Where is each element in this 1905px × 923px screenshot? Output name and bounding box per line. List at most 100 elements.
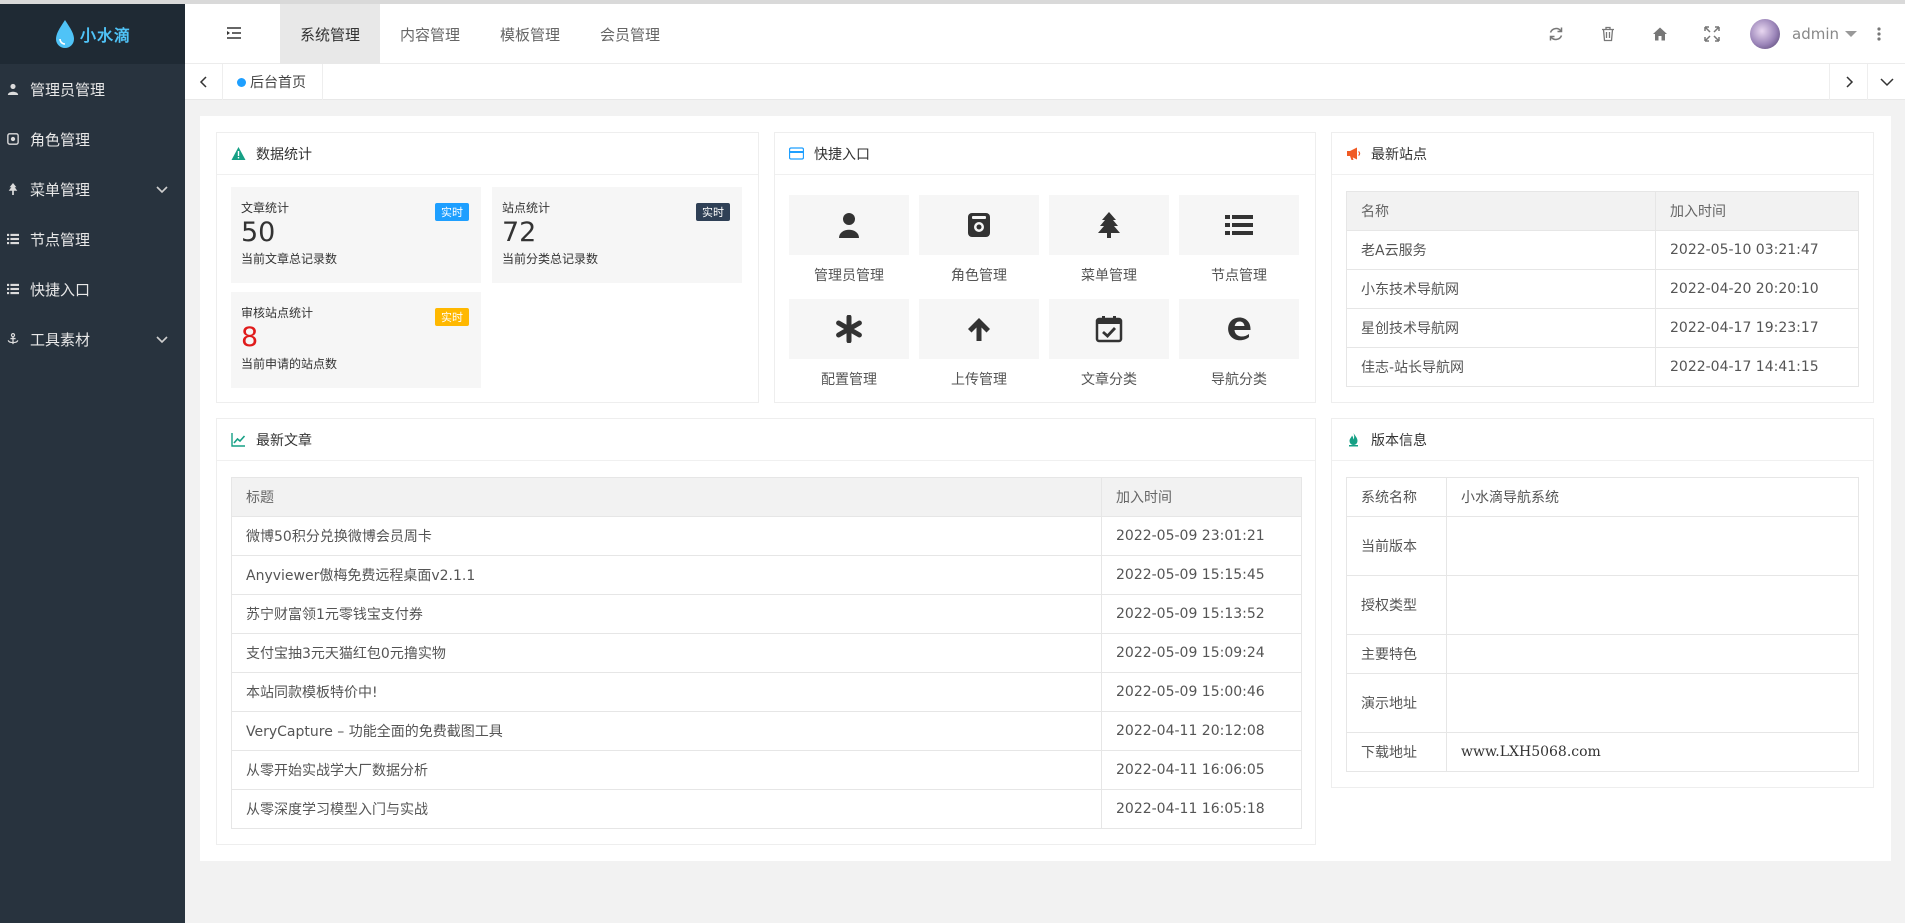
- site-name: 星创技术导航网: [1346, 308, 1656, 348]
- info-value: [1446, 516, 1859, 576]
- table-row[interactable]: 老A云服务 2022-05-10 03:21:47: [1346, 230, 1859, 270]
- edge-icon: [1228, 317, 1251, 341]
- site-name: 佳志-站长导航网: [1346, 347, 1656, 387]
- refresh-button[interactable]: [1530, 4, 1582, 64]
- info-key: 下载地址: [1346, 732, 1447, 772]
- tab-scroll-left[interactable]: [185, 64, 223, 100]
- table-row[interactable]: 从零开始实战学大厂数据分析 2022-04-11 16:06:05: [231, 750, 1302, 790]
- fullscreen-button[interactable]: [1686, 4, 1738, 64]
- water-drop-icon: [55, 20, 74, 48]
- info-key: 授权类型: [1346, 575, 1447, 635]
- quick-entry-role[interactable]: 角色管理: [919, 195, 1039, 285]
- trash-icon: [1602, 26, 1614, 42]
- table-header-row: 标题 加入时间: [231, 477, 1302, 517]
- sidebar-item-tools[interactable]: 工具素材: [0, 314, 185, 364]
- username: admin: [1792, 25, 1839, 43]
- table-row[interactable]: 佳志-站长导航网 2022-04-17 14:41:15: [1346, 347, 1859, 387]
- stat-value: 72: [502, 217, 537, 248]
- article-time: 2022-05-09 15:13:52: [1101, 594, 1302, 634]
- card-header: 最新站点: [1332, 133, 1873, 175]
- user-menu[interactable]: admin: [1738, 4, 1905, 64]
- logo[interactable]: 小水滴: [0, 4, 185, 64]
- menu-fold-icon[interactable]: [225, 24, 243, 42]
- latest-articles-table: 标题 加入时间 微博50积分兑换微博会员周卡 2022-05-09 23:01:2…: [231, 477, 1302, 829]
- quick-entry-label: 管理员管理: [814, 268, 884, 284]
- sidebar-item-menu[interactable]: 菜单管理: [0, 164, 185, 214]
- download-link[interactable]: www.LXH5068.com: [1446, 732, 1859, 772]
- article-time: 2022-05-09 15:15:45: [1101, 555, 1302, 595]
- header: 系统管理 内容管理 模板管理 会员管理 admin: [185, 4, 1905, 64]
- article-title[interactable]: 从零开始实战学大厂数据分析: [231, 750, 1102, 790]
- top-nav: 系统管理 内容管理 模板管理 会员管理: [280, 4, 680, 64]
- article-title[interactable]: VeryCapture – 功能全面的免费截图工具: [231, 711, 1102, 751]
- page-tabbar: 后台首页: [185, 64, 1905, 100]
- article-title[interactable]: Anyviewer傲梅免费远程桌面v2.1.1: [231, 555, 1102, 595]
- quick-entry-node[interactable]: 节点管理: [1179, 195, 1299, 285]
- warning-icon: [231, 146, 246, 161]
- quick-entry-nav-category[interactable]: 导航分类: [1179, 299, 1299, 389]
- table-row: 下载地址 www.LXH5068.com: [1346, 732, 1859, 772]
- article-title[interactable]: 微博50积分兑换微博会员周卡: [231, 516, 1102, 556]
- sidebar: 小水滴 管理员管理 角色管理 菜单管理 节点管理 快捷入口 工具素材: [0, 4, 185, 923]
- sidebar-item-label: 菜单管理: [30, 180, 91, 199]
- more-vertical-icon[interactable]: [1877, 27, 1881, 41]
- article-title[interactable]: 苏宁财富领1元零钱宝支付券: [231, 594, 1102, 634]
- sidebar-item-role[interactable]: 角色管理: [0, 114, 185, 164]
- sidebar-item-node[interactable]: 节点管理: [0, 214, 185, 264]
- card-header: 最新文章: [217, 419, 1315, 461]
- card-header: 数据统计: [217, 133, 758, 175]
- version-info-table: 系统名称 小水滴导航系统 当前版本 授权类型 主要特色 演示地址 下载地址 www.…: [1346, 477, 1859, 772]
- fire-icon: [1346, 432, 1361, 447]
- article-title[interactable]: 本站同款模板特价中!: [231, 672, 1102, 712]
- sidebar-item-admin[interactable]: 管理员管理: [0, 64, 185, 114]
- stat-desc: 当前文章总记录数: [241, 252, 338, 266]
- table-row[interactable]: 支付宝抽3元天猫红包0元撸实物 2022-05-09 15:09:24: [231, 633, 1302, 673]
- quick-entry-article-category[interactable]: 文章分类: [1049, 299, 1169, 389]
- chevron-left-icon: [199, 76, 207, 88]
- quick-entry-config[interactable]: 配置管理: [789, 299, 909, 389]
- table-row[interactable]: 星创技术导航网 2022-04-17 19:23:17: [1346, 308, 1859, 348]
- sidebar-item-shortcut[interactable]: 快捷入口: [0, 264, 185, 314]
- table-row[interactable]: 小东技术导航网 2022-04-20 20:20:10: [1346, 269, 1859, 309]
- info-value[interactable]: [1446, 673, 1859, 733]
- home-button[interactable]: [1634, 4, 1686, 64]
- tab-options[interactable]: [1867, 64, 1905, 100]
- article-time: 2022-05-09 15:00:46: [1101, 672, 1302, 712]
- quick-entry-upload[interactable]: 上传管理: [919, 299, 1039, 389]
- tab-template[interactable]: 模板管理: [480, 4, 580, 64]
- table-row[interactable]: VeryCapture – 功能全面的免费截图工具 2022-04-11 20:1…: [231, 711, 1302, 751]
- article-title[interactable]: 从零深度学习模型入门与实战: [231, 789, 1102, 829]
- clear-cache-button[interactable]: [1582, 4, 1634, 64]
- table-row[interactable]: 本站同款模板特价中! 2022-05-09 15:00:46: [231, 672, 1302, 712]
- site-time: 2022-05-10 03:21:47: [1655, 230, 1859, 270]
- asterisk-icon: [836, 315, 862, 343]
- card-title: 数据统计: [256, 146, 312, 163]
- card-title: 版本信息: [1371, 432, 1427, 449]
- credit-card-icon: [789, 146, 804, 161]
- article-title[interactable]: 支付宝抽3元天猫红包0元撸实物: [231, 633, 1102, 673]
- page-tab-home[interactable]: 后台首页: [223, 64, 323, 100]
- info-value: [1446, 634, 1859, 674]
- tab-scroll-right[interactable]: [1829, 64, 1867, 100]
- stat-sites: 站点统计 实时 72 当前分类总记录数: [492, 187, 742, 283]
- quick-entry-menu[interactable]: 菜单管理: [1049, 195, 1169, 285]
- table-row[interactable]: 微博50积分兑换微博会员周卡 2022-05-09 23:01:21: [231, 516, 1302, 556]
- caret-down-icon: [1845, 31, 1857, 37]
- tab-member[interactable]: 会员管理: [580, 4, 680, 64]
- table-header-row: 名称 加入时间: [1346, 191, 1859, 231]
- site-time: 2022-04-17 19:23:17: [1655, 308, 1859, 348]
- quick-entry-admin[interactable]: 管理员管理: [789, 195, 909, 285]
- chevron-down-icon: [156, 336, 168, 344]
- tab-content[interactable]: 内容管理: [380, 4, 480, 64]
- table-row[interactable]: 苏宁财富领1元零钱宝支付券 2022-05-09 15:13:52: [231, 594, 1302, 634]
- anchor-icon: [6, 332, 20, 346]
- table-row[interactable]: Anyviewer傲梅免费远程桌面v2.1.1 2022-05-09 15:15:…: [231, 555, 1302, 595]
- card-header: 版本信息: [1332, 419, 1873, 461]
- active-dot: [237, 77, 246, 87]
- article-time: 2022-04-11 16:05:18: [1101, 789, 1302, 829]
- tab-system[interactable]: 系统管理: [280, 4, 381, 64]
- site-name: 老A云服务: [1346, 230, 1656, 270]
- quick-entry-card: 快捷入口 管理员管理 角色管理 菜单管理 节点管理 配置管理 上传管理 文章分类…: [774, 132, 1316, 403]
- table-row[interactable]: 从零深度学习模型入门与实战 2022-04-11 16:05:18: [231, 789, 1302, 829]
- info-key: 主要特色: [1346, 634, 1447, 674]
